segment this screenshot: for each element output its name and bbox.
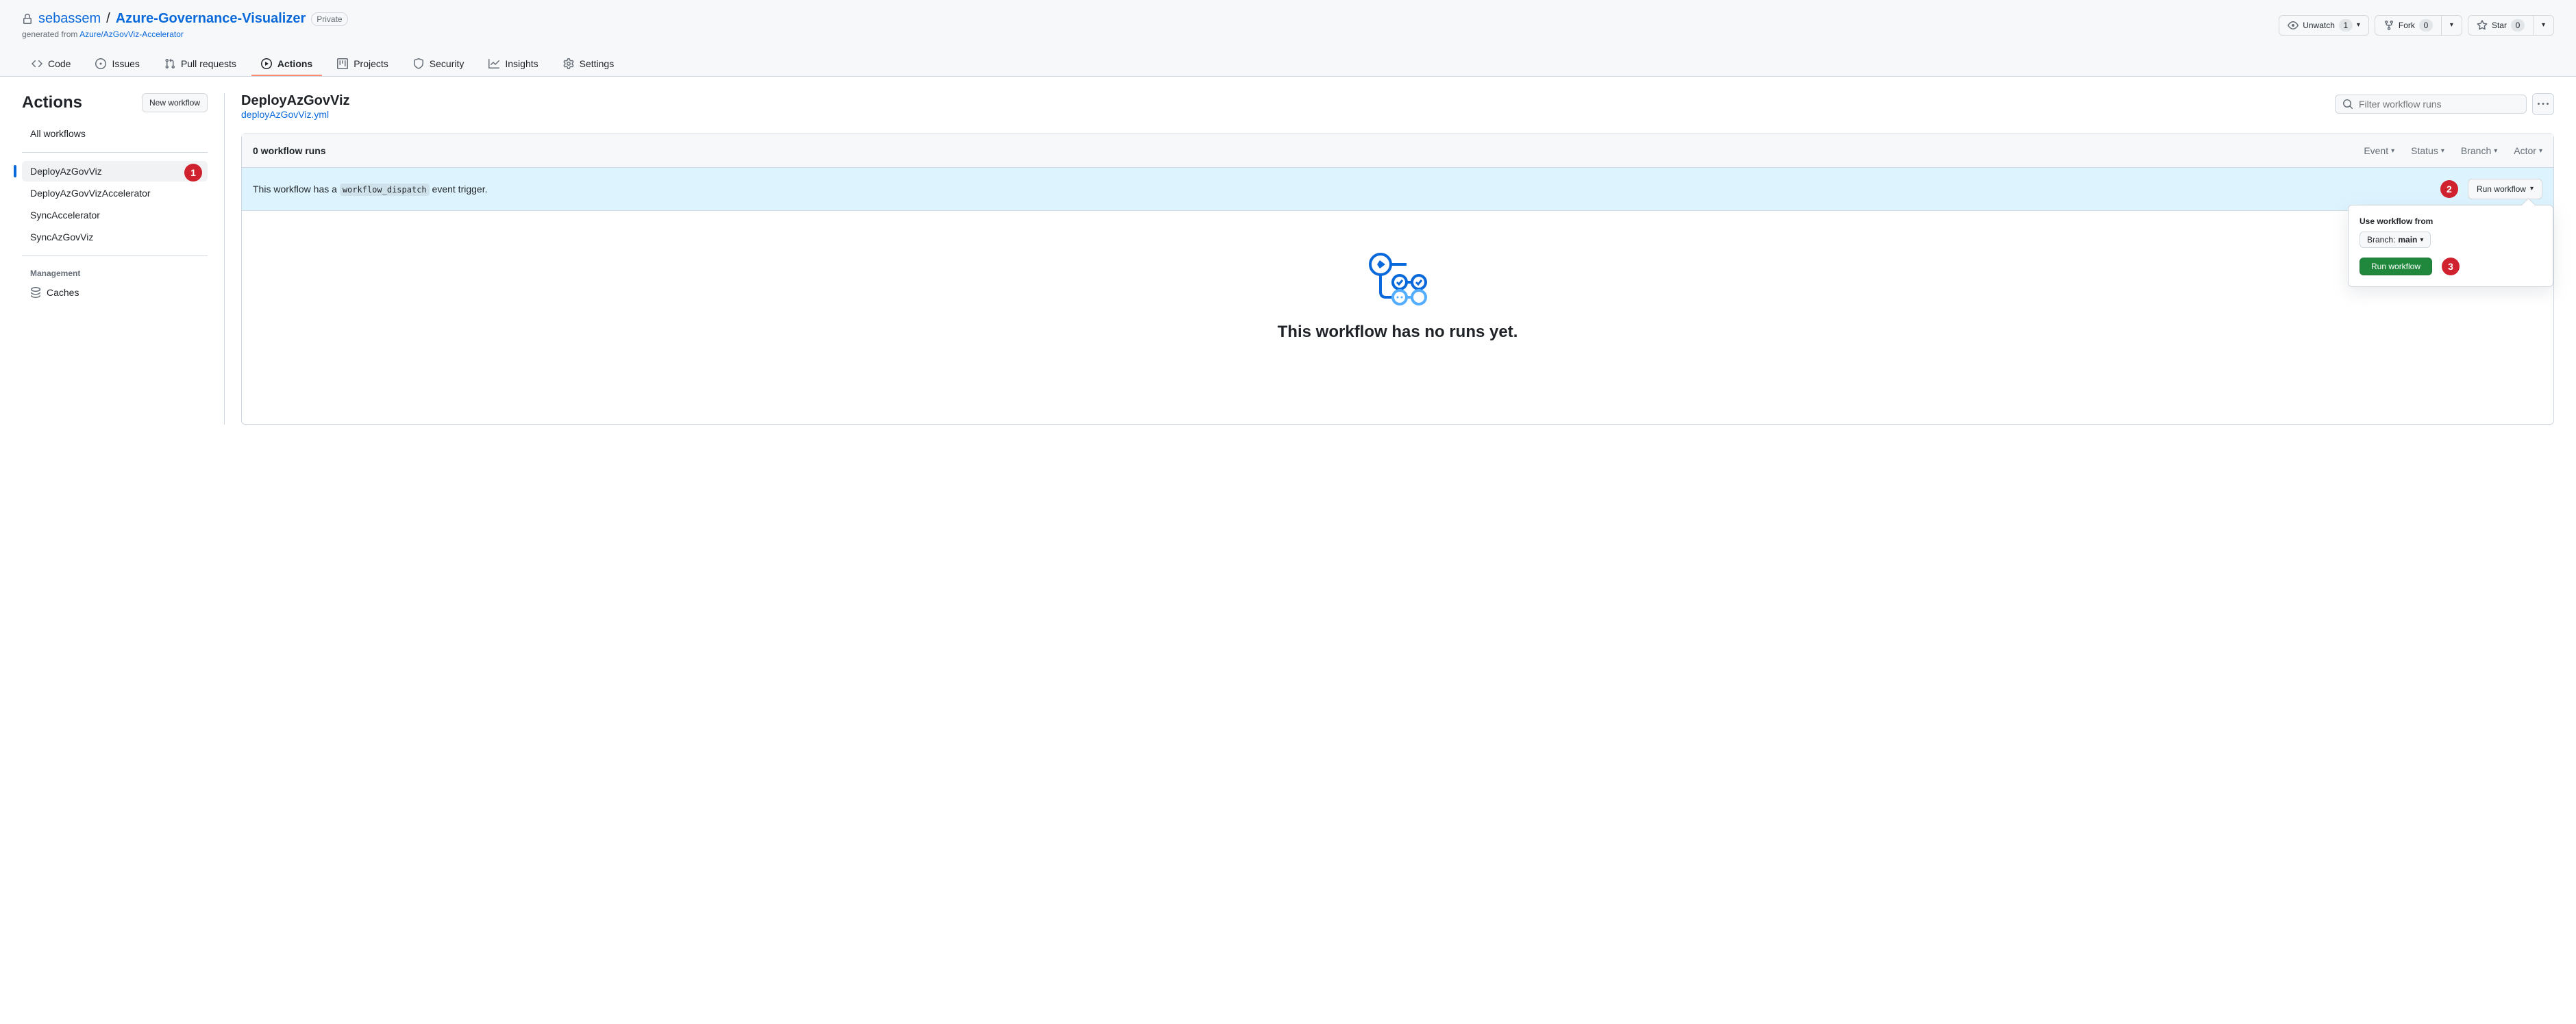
branch-select[interactable]: Branch: main ▾	[2360, 232, 2431, 248]
tab-security[interactable]: Security	[404, 53, 474, 76]
caret-icon: ▾	[2420, 236, 2423, 244]
watch-count: 1	[2339, 19, 2353, 32]
sidebar-item-syncazgovviz[interactable]: SyncAzGovViz	[22, 227, 208, 247]
tab-projects[interactable]: Projects	[327, 53, 398, 76]
filter-event[interactable]: Event▾	[2364, 145, 2394, 156]
popover-title: Use workflow from	[2360, 216, 2542, 226]
sidebar-item-deployazgovvizaccelerator[interactable]: DeployAzGovVizAccelerator	[22, 183, 208, 203]
dispatch-text: This workflow has a workflow_dispatch ev…	[253, 184, 487, 195]
workflow-empty-icon	[1367, 252, 1428, 307]
repo-owner-link[interactable]: sebassem	[38, 11, 101, 27]
filter-workflow-input[interactable]	[2359, 99, 2519, 110]
star-count: 0	[2511, 19, 2525, 32]
tab-code[interactable]: Code	[22, 53, 80, 76]
annotation-2: 2	[2440, 180, 2458, 198]
caret-icon: ▾	[2542, 18, 2545, 32]
sidebar-title: Actions	[22, 93, 82, 112]
database-icon	[30, 287, 41, 298]
caret-icon: ▾	[2530, 182, 2534, 196]
star-icon	[2477, 20, 2488, 31]
tab-pull-requests[interactable]: Pull requests	[155, 53, 246, 76]
fork-button[interactable]: Fork 0	[2375, 15, 2442, 36]
workflow-file-link[interactable]: deployAzGovViz.yml	[241, 109, 329, 120]
annotation-3: 3	[2442, 258, 2460, 275]
actions-sidebar: Actions New workflow All workflows Deplo…	[22, 93, 225, 425]
annotation-1: 1	[184, 164, 202, 182]
empty-title: This workflow has no runs yet.	[256, 323, 2540, 342]
generated-from-link[interactable]: Azure/AzGovViz-Accelerator	[79, 29, 184, 39]
new-workflow-button[interactable]: New workflow	[142, 93, 208, 112]
repo-tabnav: Code Issues Pull requests Actions Projec…	[22, 53, 2554, 76]
kebab-icon	[2538, 99, 2549, 110]
search-icon	[2342, 99, 2353, 110]
fork-dropdown[interactable]: ▾	[2441, 15, 2462, 36]
caret-icon: ▾	[2357, 18, 2360, 32]
runs-box: 0 workflow runs Event▾ Status▾ Branch▾ A…	[241, 134, 2554, 425]
lock-icon	[22, 14, 33, 25]
filter-branch[interactable]: Branch▾	[2461, 145, 2497, 156]
unwatch-button[interactable]: Unwatch 1 ▾	[2279, 15, 2369, 36]
generated-from: generated from Azure/AzGovViz-Accelerato…	[22, 29, 348, 39]
tab-actions[interactable]: Actions	[251, 53, 322, 76]
main-content: DeployAzGovViz deployAzGovViz.yml	[241, 93, 2554, 425]
dispatch-banner: This workflow has a workflow_dispatch ev…	[242, 168, 2553, 211]
sidebar-item-syncaccelerator[interactable]: SyncAccelerator	[22, 205, 208, 225]
fork-count: 0	[2419, 19, 2433, 32]
tab-insights[interactable]: Insights	[479, 53, 547, 76]
sidebar-item-deployazgovviz[interactable]: DeployAzGovViz 1	[22, 161, 208, 182]
caret-icon: ▾	[2450, 18, 2453, 32]
filter-input-wrapper[interactable]	[2335, 95, 2527, 114]
filter-actor[interactable]: Actor▾	[2514, 145, 2542, 156]
run-workflow-dropdown-button[interactable]: Run workflow ▾	[2468, 179, 2542, 199]
more-options-button[interactable]	[2532, 93, 2554, 115]
workflow-title: DeployAzGovViz	[241, 93, 350, 109]
fork-icon	[2383, 20, 2394, 31]
repo-title: sebassem / Azure-Governance-Visualizer P…	[22, 11, 348, 27]
repo-name-link[interactable]: Azure-Governance-Visualizer	[116, 11, 306, 27]
tab-issues[interactable]: Issues	[86, 53, 149, 76]
runs-header: 0 workflow runs Event▾ Status▾ Branch▾ A…	[242, 134, 2553, 168]
sidebar-item-caches[interactable]: Caches	[22, 282, 208, 303]
star-button[interactable]: Star 0	[2468, 15, 2534, 36]
star-dropdown[interactable]: ▾	[2533, 15, 2554, 36]
empty-state: This workflow has no runs yet.	[242, 211, 2553, 424]
sidebar-item-all-workflows[interactable]: All workflows	[22, 123, 208, 144]
visibility-badge: Private	[311, 12, 347, 26]
repo-actions: Unwatch 1 ▾ Fork 0 ▾	[2279, 15, 2554, 36]
repo-header: sebassem / Azure-Governance-Visualizer P…	[0, 0, 2576, 77]
runs-count: 0 workflow runs	[253, 145, 326, 156]
eye-icon	[2288, 20, 2299, 31]
sidebar-section-management: Management	[22, 264, 208, 282]
tab-settings[interactable]: Settings	[554, 53, 624, 76]
filter-status[interactable]: Status▾	[2411, 145, 2444, 156]
run-workflow-submit-button[interactable]: Run workflow	[2360, 258, 2432, 275]
separator: /	[106, 11, 110, 27]
run-workflow-popover: Use workflow from Branch: main ▾ Run wor…	[2348, 205, 2553, 287]
